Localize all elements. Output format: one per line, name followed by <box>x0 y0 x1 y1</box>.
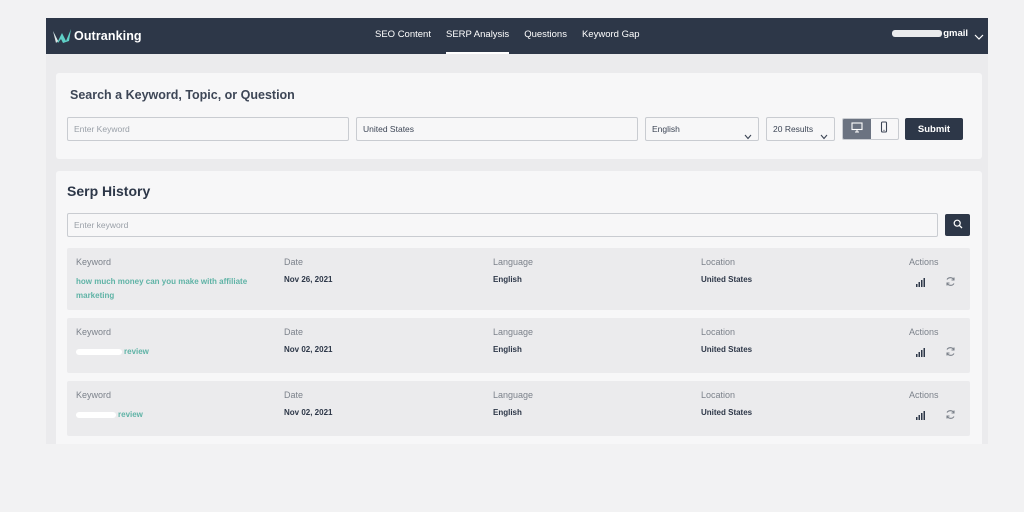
nav-keyword-gap[interactable]: Keyword Gap <box>582 18 640 54</box>
history-search-button[interactable] <box>945 214 970 236</box>
location-column-label: Location <box>701 257 736 267</box>
actions-column-label: Actions <box>909 327 939 337</box>
desktop-device-button[interactable] <box>843 119 871 139</box>
app-window: Outranking SEO Content SERP Analysis Que… <box>46 18 988 444</box>
outranking-logo-icon <box>52 27 72 45</box>
date-cell: Date Nov 26, 2021 <box>284 257 332 284</box>
account-menu[interactable]: gmail <box>892 28 984 40</box>
history-row: Keyword review Date Nov 02, 2021 Languag… <box>67 318 970 373</box>
date-value: Nov 02, 2021 <box>284 408 333 417</box>
signal-bars-icon <box>915 274 925 292</box>
signal-bars-icon <box>915 344 925 362</box>
results-select[interactable]: 20 Results <box>766 117 835 141</box>
date-cell: Date Nov 02, 2021 <box>284 390 332 417</box>
date-value: Nov 26, 2021 <box>284 275 333 284</box>
brand-logo[interactable]: Outranking <box>52 26 142 46</box>
keyword-column-label: Keyword <box>76 257 112 267</box>
location-value: United States <box>701 345 753 354</box>
keyword-text: review <box>118 410 143 419</box>
history-row: Keyword how much money can you make with… <box>67 248 970 310</box>
serp-history-title: Serp History <box>67 183 151 199</box>
chevron-down-icon <box>820 126 828 140</box>
language-value: English <box>493 408 522 417</box>
history-search-input[interactable]: Enter keyword <box>67 213 938 237</box>
refresh-icon <box>945 407 956 425</box>
device-toggle <box>842 118 899 140</box>
actions-column-label: Actions <box>909 390 939 400</box>
keyword-link[interactable]: review <box>76 345 256 359</box>
language-cell: Language English <box>493 390 533 417</box>
nav-questions[interactable]: Questions <box>524 18 567 54</box>
location-input[interactable]: United States <box>356 117 638 141</box>
search-panel-title: Search a Keyword, Topic, or Question <box>70 88 295 102</box>
account-email-redacted <box>892 30 943 37</box>
location-cell: Location United States <box>701 327 752 354</box>
date-column-label: Date <box>284 390 304 400</box>
location-cell: Location United States <box>701 390 752 417</box>
refresh-icon <box>945 274 956 292</box>
language-cell: Language English <box>493 257 533 284</box>
location-column-label: Location <box>701 327 736 337</box>
mobile-icon <box>880 120 888 138</box>
keyword-cell: Keyword review <box>76 390 256 422</box>
actions-cell: Actions <box>909 390 969 426</box>
refresh-icon <box>945 344 956 362</box>
nav-serp-analysis[interactable]: SERP Analysis <box>445 18 510 54</box>
actions-cell: Actions <box>909 327 969 363</box>
signal-bars-icon <box>915 407 925 425</box>
keyword-input[interactable]: Enter Keyword <box>67 117 349 141</box>
keyword-text: review <box>124 347 149 356</box>
location-value: United States <box>701 408 753 417</box>
nav-seo-content[interactable]: SEO Content <box>375 18 431 54</box>
language-cell: Language English <box>493 327 533 354</box>
refresh-button[interactable] <box>939 406 961 426</box>
keyword-cell: Keyword review <box>76 327 256 359</box>
language-select-value: English <box>652 124 680 134</box>
keyword-column-label: Keyword <box>76 327 112 337</box>
search-icon <box>953 216 963 234</box>
mobile-device-button[interactable] <box>871 119 899 139</box>
actions-cell: Actions <box>909 257 969 293</box>
redacted-text <box>76 411 116 418</box>
history-row: Keyword review Date Nov 02, 2021 Languag… <box>67 381 970 436</box>
language-column-label: Language <box>493 257 534 267</box>
keyword-link[interactable]: review <box>76 408 256 422</box>
redacted-text <box>76 348 122 355</box>
desktop-icon <box>851 120 863 138</box>
chevron-down-icon <box>744 126 752 140</box>
top-navbar: Outranking SEO Content SERP Analysis Que… <box>46 18 988 54</box>
location-column-label: Location <box>701 390 736 400</box>
results-select-value: 20 Results <box>773 124 814 134</box>
date-column-label: Date <box>284 257 304 267</box>
serp-history-panel: Serp History Enter keyword Keyword how m… <box>56 171 982 444</box>
main-nav: SEO Content SERP Analysis Questions Keyw… <box>375 18 655 54</box>
language-column-label: Language <box>493 327 534 337</box>
date-cell: Date Nov 02, 2021 <box>284 327 332 354</box>
account-label: gmail <box>943 28 968 39</box>
chevron-down-icon <box>974 29 984 40</box>
date-value: Nov 02, 2021 <box>284 345 333 354</box>
view-stats-button[interactable] <box>909 343 931 363</box>
location-cell: Location United States <box>701 257 752 284</box>
search-panel: Search a Keyword, Topic, or Question Ent… <box>56 73 982 159</box>
location-value: United States <box>701 275 753 284</box>
view-stats-button[interactable] <box>909 406 931 426</box>
view-stats-button[interactable] <box>909 273 931 293</box>
submit-button[interactable]: Submit <box>905 118 963 140</box>
refresh-button[interactable] <box>939 273 961 293</box>
keyword-link[interactable]: how much money can you make with affilia… <box>76 275 256 303</box>
actions-column-label: Actions <box>909 257 939 267</box>
keyword-cell: Keyword how much money can you make with… <box>76 257 256 303</box>
language-select[interactable]: English <box>645 117 759 141</box>
language-value: English <box>493 345 522 354</box>
brand-name: Outranking <box>74 29 142 43</box>
language-value: English <box>493 275 522 284</box>
language-column-label: Language <box>493 390 534 400</box>
keyword-column-label: Keyword <box>76 390 112 400</box>
date-column-label: Date <box>284 327 304 337</box>
refresh-button[interactable] <box>939 343 961 363</box>
